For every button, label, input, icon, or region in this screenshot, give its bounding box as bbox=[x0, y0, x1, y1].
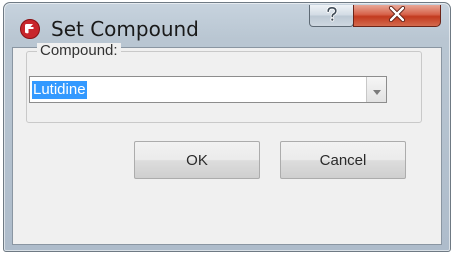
close-x-icon bbox=[388, 5, 406, 26]
dialog-window: Set Compound bbox=[3, 2, 451, 252]
compound-select[interactable]: Lutidine bbox=[29, 76, 387, 103]
close-button[interactable] bbox=[353, 5, 441, 27]
title-bar[interactable]: Set Compound bbox=[4, 3, 450, 47]
cancel-button[interactable]: Cancel bbox=[280, 141, 406, 179]
chevron-down-icon bbox=[372, 80, 381, 99]
ok-button[interactable]: OK bbox=[134, 141, 260, 179]
compound-select-value: Lutidine bbox=[32, 81, 87, 99]
help-button[interactable] bbox=[309, 5, 354, 27]
window-title: Set Compound bbox=[51, 17, 199, 41]
compound-group-label: Compound: bbox=[37, 43, 121, 59]
app-logo-icon bbox=[20, 19, 40, 39]
compound-dropdown-button[interactable] bbox=[366, 77, 386, 102]
question-mark-icon bbox=[325, 5, 339, 26]
